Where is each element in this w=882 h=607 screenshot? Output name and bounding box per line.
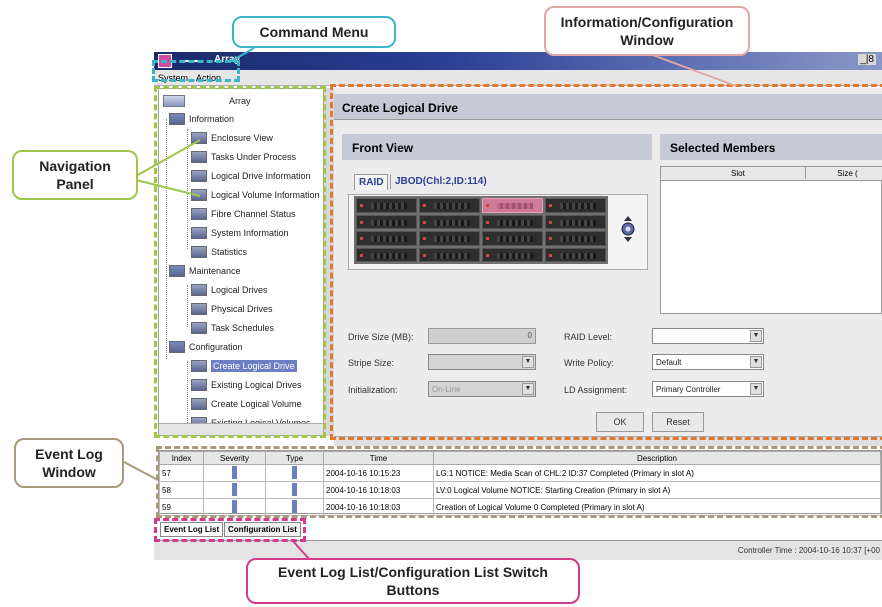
callout-command-menu: Command Menu — [232, 16, 396, 48]
leader-nav-panel-2 — [135, 179, 201, 197]
screenshot-stage: Array _|8 System Action Array Informatio… — [0, 0, 882, 607]
leader-info-window — [649, 53, 737, 87]
callout-event-log-window: Event Log Window — [14, 438, 124, 488]
callout-leaders — [123, 47, 737, 561]
leader-event-log — [123, 461, 159, 481]
leader-nav-panel — [135, 139, 201, 177]
leader-switch-buttons — [291, 539, 311, 561]
leader-command-menu — [229, 47, 255, 63]
callout-switch-buttons: Event Log List/Configuration List Switch… — [246, 558, 580, 604]
callout-navigation-panel: Navigation Panel — [12, 150, 138, 200]
callout-info-config-window: Information/Configuration Window — [544, 6, 750, 56]
